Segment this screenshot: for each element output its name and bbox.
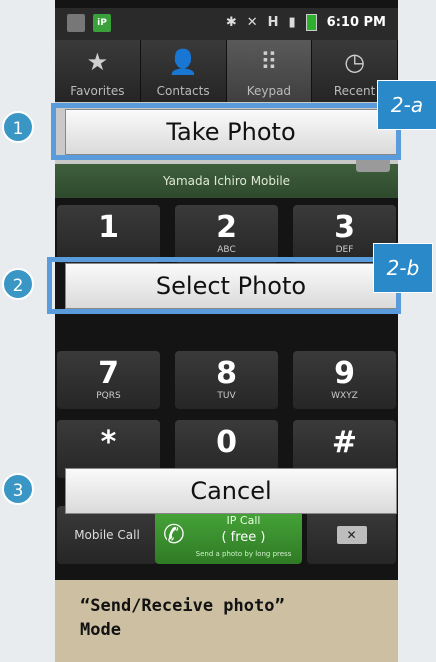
key-9[interactable]: 9 WXYZ <box>293 351 396 409</box>
ip-call-button[interactable]: ✆ IP Call ( free ) Send a photo by long … <box>155 506 302 564</box>
key-7[interactable]: 7 PQRS <box>57 351 160 409</box>
key-digit: # <box>331 425 358 460</box>
tab-keypad[interactable]: ⠿ Keypad <box>226 40 313 102</box>
key-digit: * <box>100 425 117 460</box>
tab-favorites[interactable]: ★ Favorites <box>55 40 141 102</box>
backspace-button[interactable]: ✕ <box>307 506 396 564</box>
tag-2a: 2-a <box>377 80 436 130</box>
step-badge-1: 1 <box>2 111 34 143</box>
key-digit: 9 <box>334 356 355 391</box>
caption-line-1: “Send/Receive photo” <box>80 596 285 616</box>
key-digit: 2 <box>216 210 237 245</box>
key-digit: 3 <box>334 210 355 245</box>
status-bar: iP ✱ ✕ H ▮ 6:10 PM <box>55 8 398 40</box>
tab-label: Favorites <box>70 84 125 98</box>
ip-call-hint: Send a photo by long press <box>195 550 292 558</box>
battery-icon <box>305 14 317 31</box>
key-digit: 0 <box>216 425 237 460</box>
caption-line-2: Mode <box>80 620 121 640</box>
key-letters: PQRS <box>96 391 121 401</box>
clock-time: 6:10 PM <box>326 15 386 30</box>
phone-icon: ✆ <box>163 520 185 550</box>
tab-label: Keypad <box>246 84 292 98</box>
backspace-icon: ✕ <box>336 526 367 544</box>
key-digit: 7 <box>98 356 119 391</box>
key-1[interactable]: 1 <box>57 205 160 263</box>
network-type-icon: H <box>267 15 279 30</box>
tab-bar: ★ Favorites 👤 Contacts ⠿ Keypad ◷ Recent <box>55 40 398 102</box>
select-photo-highlight <box>47 257 401 314</box>
tab-label: Contacts <box>156 84 210 98</box>
bluetooth-icon: ✱ <box>225 15 237 30</box>
key-8[interactable]: 8 TUV <box>175 351 278 409</box>
person-icon: 👤 <box>168 48 199 76</box>
star-icon: ★ <box>86 48 109 76</box>
clock-icon: ◷ <box>344 48 366 76</box>
key-digit: 1 <box>98 210 119 245</box>
ip-call-title: IP Call <box>226 514 261 527</box>
key-digit: 8 <box>216 356 237 391</box>
signal-icon: ▮ <box>288 15 296 30</box>
ip-call-price: ( free ) <box>221 530 266 545</box>
contact-name: Yamada Ichiro Mobile <box>162 174 291 188</box>
key-letters: ABC <box>217 245 236 255</box>
tab-contacts[interactable]: 👤 Contacts <box>140 40 227 102</box>
mobile-call-button[interactable]: Mobile Call <box>57 506 157 564</box>
camera-icon <box>67 14 85 32</box>
tag-2b: 2-b <box>373 243 433 293</box>
cancel-button[interactable]: Cancel <box>65 468 397 514</box>
mode-caption: “Send/Receive photo” Mode <box>55 580 398 662</box>
step-badge-3: 3 <box>2 473 34 505</box>
app-icon: iP <box>93 14 111 32</box>
keypad-icon: ⠿ <box>260 48 278 76</box>
mute-icon: ✕ <box>246 15 258 30</box>
key-2[interactable]: 2 ABC <box>175 205 278 263</box>
key-letters: WXYZ <box>331 391 358 401</box>
take-photo-highlight <box>51 103 401 160</box>
step-badge-2: 2 <box>2 268 34 300</box>
key-letters: TUV <box>217 391 236 401</box>
